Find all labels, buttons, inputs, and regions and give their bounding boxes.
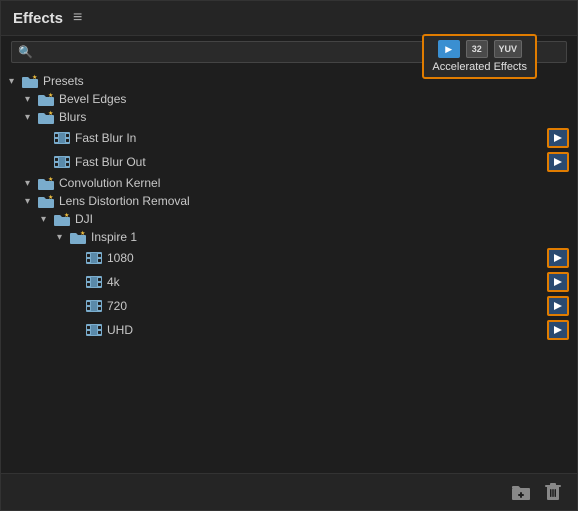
toolbar-row: 🔍 32 YUV Accelerated Effects [1, 36, 577, 68]
film-icon [85, 323, 103, 337]
folder-star-icon: ★ [37, 110, 55, 124]
film-icon [85, 299, 103, 313]
accel-label: Accelerated Effects [432, 61, 527, 73]
film-icon [85, 251, 103, 265]
accelerated-effects-box: 32 YUV Accelerated Effects [422, 34, 537, 79]
chevron-inspire1[interactable]: ▾ [57, 232, 69, 243]
folder-star-icon: ★ [37, 92, 55, 106]
item-label-convolution: Convolution Kernel [59, 176, 577, 190]
svg-text:★: ★ [80, 230, 85, 237]
chevron-dji[interactable]: ▾ [41, 214, 53, 225]
tree-item-puhd[interactable]: UHD [1, 318, 577, 342]
svg-text:★: ★ [48, 176, 53, 183]
tree-item-fast-blur-in[interactable]: Fast Blur In [1, 126, 577, 150]
item-label-blurs: Blurs [59, 110, 577, 124]
item-label-puhd: UHD [107, 323, 547, 337]
new-folder-button[interactable] [509, 480, 533, 504]
panel-header: Effects ≡ [1, 1, 577, 36]
effects-tree: ▾ ★ Presets▾ ★ Bevel Edges▾ ★ Blurs Fast… [1, 68, 577, 473]
folder-star-icon: ★ [69, 230, 87, 244]
chevron-convolution[interactable]: ▾ [25, 178, 37, 189]
menu-icon[interactable]: ≡ [73, 9, 82, 27]
item-label-p4k: 4k [107, 275, 547, 289]
item-label-p720: 720 [107, 299, 547, 313]
film-icon [53, 155, 71, 169]
tree-item-p720[interactable]: 720 [1, 294, 577, 318]
svg-text:★: ★ [48, 92, 53, 99]
tree-item-inspire1[interactable]: ▾ ★ Inspire 1 [1, 228, 577, 246]
accel-yuv-icon: YUV [494, 40, 522, 58]
accel-badge-puhd [547, 320, 569, 340]
item-label-fast-blur-in: Fast Blur In [75, 131, 547, 145]
effects-panel: Effects ≡ 🔍 32 YUV Accelerated Effects ▾… [0, 0, 578, 511]
chevron-blurs[interactable]: ▾ [25, 112, 37, 123]
delete-button[interactable] [541, 480, 565, 504]
svg-text:★: ★ [48, 194, 53, 201]
tree-item-p1080[interactable]: 1080 [1, 246, 577, 270]
film-icon [85, 275, 103, 289]
accel-film-icon [438, 40, 460, 58]
accel-badge-fast-blur-in [547, 128, 569, 148]
svg-text:★: ★ [32, 74, 37, 81]
search-icon: 🔍 [18, 45, 33, 59]
folder-star-icon: ★ [53, 212, 71, 226]
item-label-bevel-edges: Bevel Edges [59, 92, 577, 106]
tree-item-lens-distortion[interactable]: ▾ ★ Lens Distortion Removal [1, 192, 577, 210]
item-label-inspire1: Inspire 1 [91, 230, 577, 244]
tree-item-bevel-edges[interactable]: ▾ ★ Bevel Edges [1, 90, 577, 108]
svg-text:★: ★ [48, 110, 53, 117]
panel-title: Effects [13, 10, 63, 27]
accel-icons: 32 YUV [432, 40, 527, 58]
chevron-lens-distortion[interactable]: ▾ [25, 196, 37, 207]
tree-items-container: ▾ ★ Presets▾ ★ Bevel Edges▾ ★ Blurs Fast… [1, 72, 577, 342]
accel-badge-p4k [547, 272, 569, 292]
tree-item-dji[interactable]: ▾ ★ DJI [1, 210, 577, 228]
item-label-dji: DJI [75, 212, 577, 226]
chevron-presets[interactable]: ▾ [9, 76, 21, 87]
film-icon [53, 131, 71, 145]
svg-text:★: ★ [64, 212, 69, 219]
item-label-fast-blur-out: Fast Blur Out [75, 155, 547, 169]
folder-star-icon: ★ [21, 74, 39, 88]
panel-footer [1, 473, 577, 510]
accel-badge-fast-blur-out [547, 152, 569, 172]
folder-star-icon: ★ [37, 194, 55, 208]
tree-item-fast-blur-out[interactable]: Fast Blur Out [1, 150, 577, 174]
tree-item-p4k[interactable]: 4k [1, 270, 577, 294]
chevron-bevel-edges[interactable]: ▾ [25, 94, 37, 105]
item-label-p1080: 1080 [107, 251, 547, 265]
accel-badge-p1080 [547, 248, 569, 268]
item-label-lens-distortion: Lens Distortion Removal [59, 194, 577, 208]
folder-star-icon: ★ [37, 176, 55, 190]
tree-item-blurs[interactable]: ▾ ★ Blurs [1, 108, 577, 126]
tree-item-convolution[interactable]: ▾ ★ Convolution Kernel [1, 174, 577, 192]
accel-badge-p720 [547, 296, 569, 316]
accel-32-icon: 32 [466, 40, 488, 58]
